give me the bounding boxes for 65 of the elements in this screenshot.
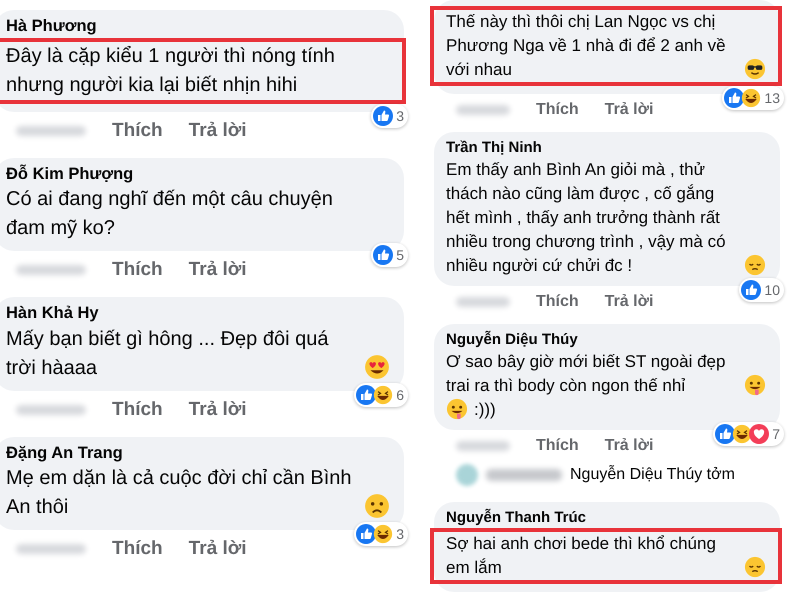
commenter-name[interactable]: Nguyễn Diệu Thúy [446, 330, 578, 350]
reaction-count-pill[interactable]: 3 [371, 104, 408, 128]
laughing-reaction-icon [732, 424, 752, 444]
comment-text: Mẹ em dặn là cả cuộc đời chỉ cần Bình An thôi [6, 466, 353, 520]
commenter-name[interactable]: Đặng An Trang [6, 442, 123, 464]
like-link[interactable]: Thích [112, 120, 163, 142]
commenter-name[interactable]: Trần Thị Ninh [446, 138, 542, 158]
emoji-face-icon [446, 398, 468, 420]
commenter-name[interactable]: Hà Phương [6, 16, 97, 38]
commenter-name[interactable]: Đỗ Kim Phượng [6, 164, 134, 185]
blurred-timestamp [456, 297, 510, 307]
reply-link[interactable]: Trả lời [188, 259, 247, 281]
blurred-timestamp [16, 404, 86, 414]
reaction-count-pill[interactable]: 5 [371, 243, 408, 267]
emoji-face-icon [744, 254, 766, 276]
reaction-count-pill[interactable]: 7 [713, 422, 784, 446]
blurred-timestamp [456, 441, 510, 451]
reply-link[interactable]: Trả lời [188, 398, 247, 420]
like-reaction-icon [373, 245, 394, 265]
laughing-reaction-icon [373, 524, 394, 544]
reply-link[interactable]: Trả lời [188, 120, 247, 142]
like-reaction-icon [741, 280, 762, 300]
laughing-reaction-icon [741, 88, 762, 108]
emoji-face-icon [744, 556, 766, 578]
reply-link[interactable]: Trả lời [188, 538, 247, 560]
like-reaction-icon [724, 88, 744, 108]
blurred-avatar [456, 464, 478, 486]
emoji-face-icon [744, 58, 766, 80]
emoji-face-icon [744, 374, 766, 396]
heart-reaction-icon [749, 424, 770, 444]
like-reaction-icon [715, 424, 736, 444]
reaction-count-pill[interactable]: 3 [354, 522, 408, 546]
commenter-name[interactable]: Hàn Khả Hy [6, 303, 99, 324]
like-link[interactable]: Thích [112, 538, 163, 560]
laughing-reaction-icon [373, 384, 394, 404]
like-link[interactable]: Thích [112, 259, 163, 281]
like-link[interactable]: Thích [536, 293, 579, 311]
blurred-timestamp [16, 265, 86, 275]
like-reaction-icon [356, 524, 376, 544]
comment-text: :))) [474, 399, 496, 421]
comment-text: Ơ sao bây giờ mới biết ST ngoài đẹp trai ra thì body còn ngon thế nhỉ [446, 351, 726, 397]
reply-link[interactable]: Trả lời [604, 101, 654, 119]
reply-preview-text[interactable]: Nguyễn Diệu Thúy tởm [570, 466, 735, 484]
like-link[interactable]: Thích [536, 101, 579, 119]
reaction-count-pill[interactable]: 10 [739, 278, 784, 302]
comment-text: Thế này thì thôi chị Lan Ngọc vs chị Phương Nga về 1 nhà đi để 2 anh về với nhau [446, 11, 727, 81]
reply-link[interactable]: Trả lời [604, 293, 654, 311]
reply-link[interactable]: Trả lời [604, 437, 654, 455]
emoji-face-icon [364, 354, 390, 380]
like-reaction-icon [373, 106, 394, 126]
reaction-count-pill[interactable]: 6 [354, 382, 408, 406]
blurred-timestamp [456, 105, 510, 115]
comment-text: Sợ hai anh chơi bede thì khổ chúng em lắm [446, 533, 717, 579]
commenter-name[interactable]: Nguyễn Thanh Trúc [446, 508, 586, 528]
emoji-face-icon [364, 493, 390, 519]
blurred-timestamp [16, 544, 86, 554]
comment-text: Mấy bạn biết gì hông ... Đẹp đôi quá trời hàaaa [6, 326, 330, 380]
comment-text: Có ai đang nghĩ đến một câu chuyện đam mỹ ko? [6, 187, 334, 241]
blurred-timestamp [16, 126, 86, 136]
like-link[interactable]: Thích [112, 398, 163, 420]
comment-text: Em thấy anh Bình An giỏi mà , thử thách nào cũng làm được , cố gắng hết mình , thấy anh trưởng thành rất nhiều trong chương trình , vậy mà có nhiều người cứ chửi đc ! [446, 159, 727, 277]
like-link[interactable]: Thích [536, 437, 579, 455]
like-reaction-icon [356, 384, 376, 404]
comment-text: Đây là cặp kiểu 1 người thì nóng tính nhưng người kia lại biết nhịn hihi [6, 44, 336, 98]
reaction-count-pill[interactable]: 13 [722, 86, 784, 110]
